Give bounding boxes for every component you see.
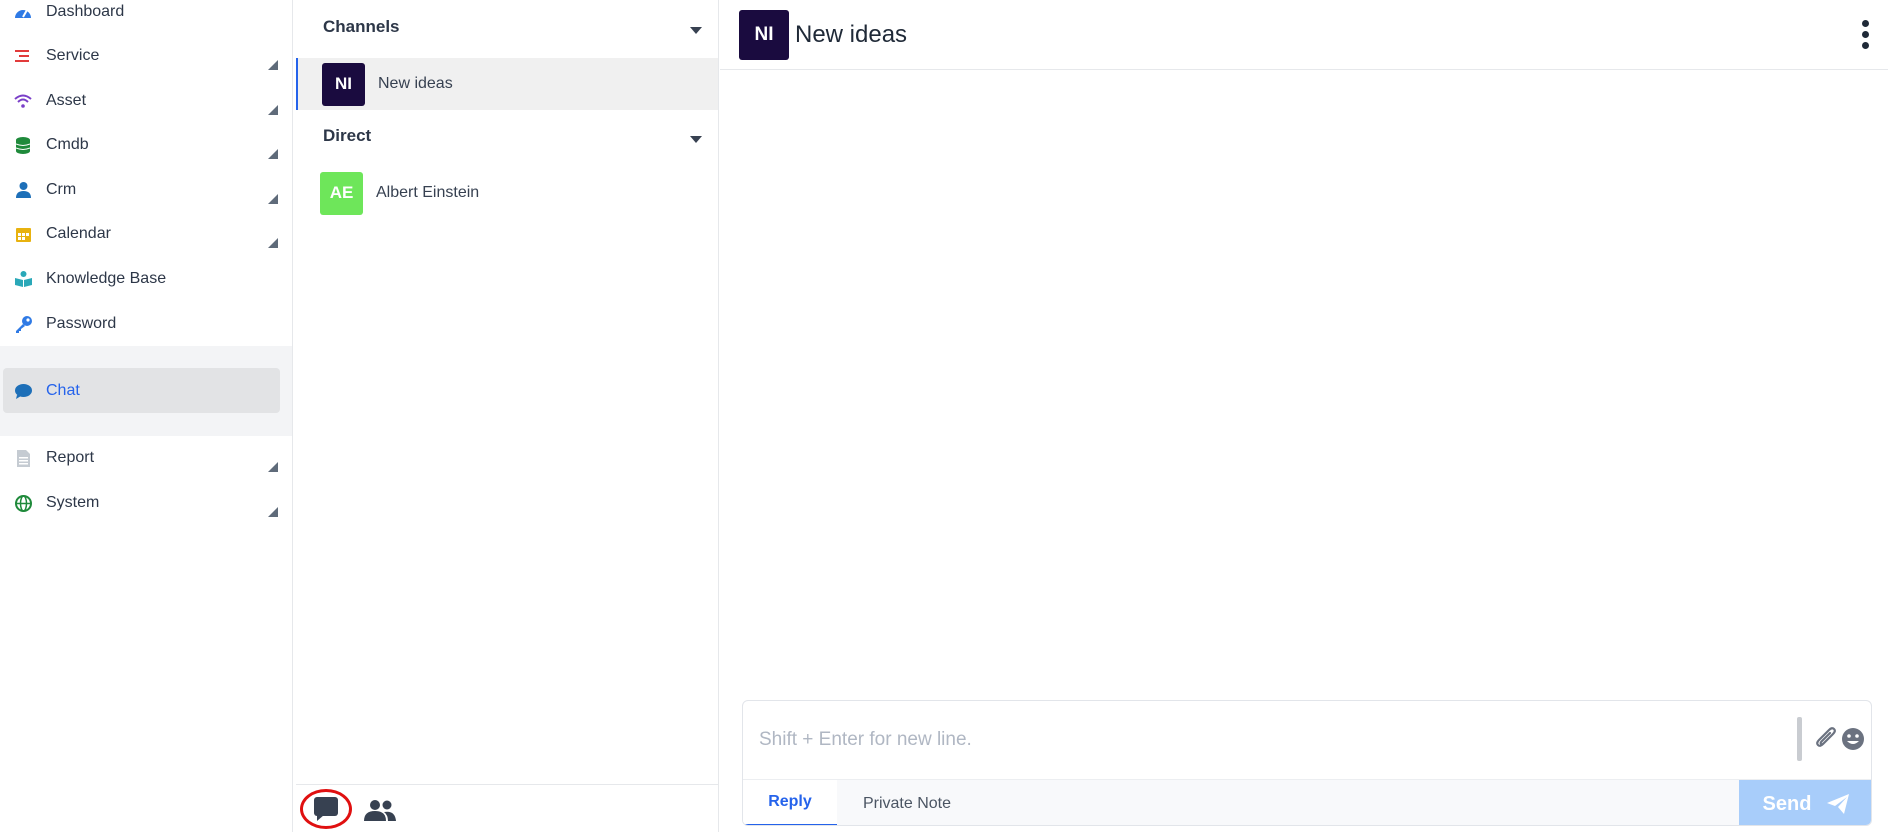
direct-item-albert-einstein[interactable]: AE Albert Einstein: [296, 167, 718, 219]
globe-icon: [14, 494, 32, 512]
calendar-icon: [14, 225, 32, 243]
tab-private-note[interactable]: Private Note: [847, 780, 967, 825]
nav-item-knowledge-base[interactable]: Knowledge Base: [0, 259, 290, 299]
direct-heading: Direct: [323, 126, 372, 145]
nav-item-cmdb[interactable]: Cmdb: [0, 125, 290, 165]
direct-avatar: AE: [320, 171, 363, 215]
nav-item-asset[interactable]: Asset: [0, 81, 290, 121]
emoji-icon[interactable]: [1841, 727, 1865, 756]
nav-item-service[interactable]: Service: [0, 36, 290, 76]
key-icon: [14, 315, 32, 333]
expand-caret-icon[interactable]: [268, 149, 278, 159]
chat-bubble-icon: [14, 382, 32, 400]
wifi-icon: [14, 92, 32, 110]
channels-collapse-icon[interactable]: [690, 27, 702, 34]
speedometer-icon: [14, 3, 32, 21]
expand-caret-icon[interactable]: [268, 462, 278, 472]
nav-label: Calendar: [46, 225, 111, 242]
main-nav: Dashboard Service Asset Cmdb Crm Calenda: [0, 0, 293, 832]
direct-collapse-icon[interactable]: [690, 136, 702, 143]
nav-label: Knowledge Base: [46, 270, 167, 287]
channels-heading: Channels: [323, 17, 400, 36]
channel-list-panel: Channels NI New ideas Direct AE Albert E…: [296, 0, 719, 832]
nav-label: Crm: [46, 181, 77, 198]
chat-bubble-icon: [314, 797, 338, 821]
conversation-title: New ideas: [795, 21, 908, 48]
expand-caret-icon[interactable]: [268, 105, 278, 115]
composer-toolbar: Reply Private Note Send: [743, 779, 1871, 825]
composer-divider: [1797, 717, 1802, 761]
channel-item-new-ideas[interactable]: NI New ideas: [296, 58, 718, 110]
expand-caret-icon[interactable]: [268, 238, 278, 248]
users-icon: [364, 800, 396, 821]
send-label: Send: [1762, 792, 1812, 815]
conversation-header: NI New ideas: [720, 0, 1888, 70]
expand-caret-icon[interactable]: [268, 60, 278, 70]
document-icon: [14, 449, 32, 467]
nav-item-password[interactable]: Password: [0, 304, 290, 344]
attachment-icon[interactable]: [1815, 727, 1837, 756]
nav-item-dashboard[interactable]: Dashboard: [0, 0, 290, 32]
nav-label: System: [46, 494, 100, 511]
nav-label: Report: [46, 449, 95, 466]
nav-item-calendar[interactable]: Calendar: [0, 214, 290, 254]
nav-item-crm[interactable]: Crm: [0, 170, 290, 210]
nav-label: Dashboard: [46, 3, 125, 20]
direct-name: Albert Einstein: [376, 184, 480, 201]
nav-item-system[interactable]: System: [0, 483, 290, 523]
channel-name: New ideas: [378, 75, 453, 92]
database-icon: [14, 136, 32, 154]
nav-item-chat[interactable]: Chat: [0, 371, 290, 411]
conversation-avatar: NI: [739, 10, 789, 60]
conversation-pane: NI New ideas Reply Private Note Send: [720, 0, 1888, 832]
user-icon: [14, 181, 32, 199]
message-composer: Reply Private Note Send: [742, 700, 1872, 826]
nav-label: Chat: [46, 382, 80, 399]
nav-label: Asset: [46, 92, 87, 109]
nav-label: Password: [46, 315, 117, 332]
nav-item-report[interactable]: Report: [0, 438, 290, 478]
book-reader-icon: [14, 270, 32, 288]
more-options-icon[interactable]: [1860, 20, 1870, 50]
nav-label: Service: [46, 47, 100, 64]
chats-tab-button[interactable]: [300, 789, 352, 829]
expand-caret-icon[interactable]: [268, 194, 278, 204]
send-button[interactable]: Send: [1739, 780, 1871, 825]
message-input[interactable]: [759, 715, 1759, 765]
tab-reply[interactable]: Reply: [743, 780, 837, 825]
expand-caret-icon[interactable]: [268, 507, 278, 517]
list-footer: [296, 784, 718, 832]
channel-avatar: NI: [322, 62, 365, 106]
nav-label: Cmdb: [46, 136, 89, 153]
list-icon: [14, 47, 32, 65]
paper-plane-icon: [1827, 794, 1850, 814]
contacts-tab-button[interactable]: [364, 799, 396, 826]
